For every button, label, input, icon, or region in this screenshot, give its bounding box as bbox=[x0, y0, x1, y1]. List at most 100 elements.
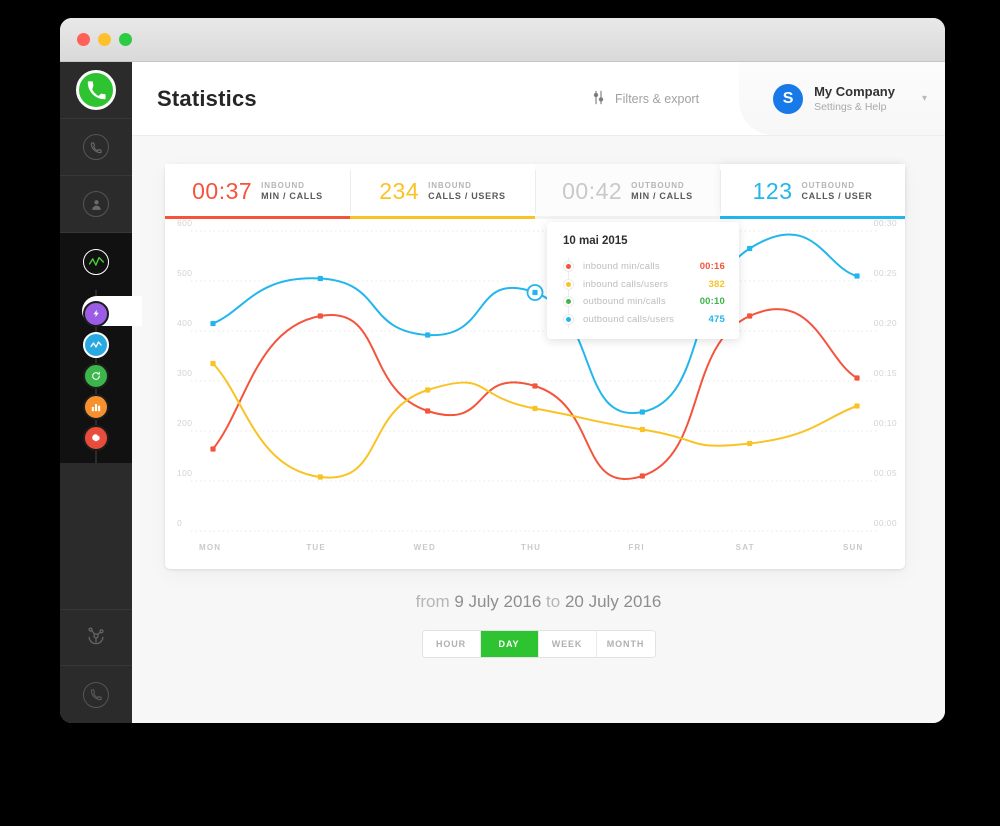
series-point[interactable] bbox=[210, 360, 216, 367]
account-menu[interactable]: S My Company Settings & Help ▾ bbox=[739, 62, 945, 135]
granularity-hour[interactable]: HOUR bbox=[422, 631, 481, 657]
kpi-label-line1: INBOUND bbox=[428, 180, 472, 190]
window-titlebar bbox=[60, 18, 945, 62]
filters-and-export-button[interactable]: Filters & export bbox=[591, 90, 699, 108]
sidebar-item-contacts[interactable] bbox=[60, 176, 132, 233]
series-point[interactable] bbox=[854, 375, 860, 381]
sidebar-item-network[interactable] bbox=[60, 609, 132, 666]
kpi-value: 234 bbox=[379, 178, 420, 204]
series-line bbox=[212, 308, 858, 480]
app-window: Statistics Filters & export S My Company… bbox=[60, 18, 945, 723]
kpi-tab-inbound-min-calls[interactable]: 00:37 INBOUND MIN / CALLS bbox=[165, 164, 350, 219]
range-end[interactable]: 20 July 2016 bbox=[565, 592, 661, 611]
x-axis-tick: SAT bbox=[735, 543, 755, 552]
filters-label: Filters & export bbox=[615, 91, 700, 106]
account-name: My Company bbox=[814, 83, 895, 99]
kpi-label-line1: OUTBOUND bbox=[801, 180, 855, 190]
series-point[interactable] bbox=[532, 405, 538, 412]
user-icon bbox=[83, 191, 109, 217]
right-axis-tick: 00:30 bbox=[873, 218, 897, 228]
tooltip-series-label: inbound calls/users bbox=[583, 278, 669, 290]
main-content: Statistics Filters & export S My Company… bbox=[132, 62, 945, 723]
chevron-down-icon[interactable]: ▾ bbox=[922, 93, 927, 104]
kpi-tab-inbound-calls-users[interactable]: 234 INBOUND CALLS / USERS bbox=[350, 164, 535, 219]
tooltip-series-label: outbound min/calls bbox=[583, 296, 666, 308]
series-point[interactable] bbox=[639, 473, 645, 479]
page-title: Statistics bbox=[157, 85, 257, 111]
kpi-label-line2: MIN / CALLS bbox=[261, 190, 323, 201]
series-point[interactable] bbox=[747, 245, 753, 252]
series-point[interactable] bbox=[425, 332, 431, 338]
series-point[interactable] bbox=[425, 408, 431, 414]
chart-svg[interactable] bbox=[165, 219, 905, 569]
series-point[interactable] bbox=[854, 273, 860, 279]
series-point[interactable] bbox=[210, 446, 216, 452]
chart-tooltip: 10 mai 2015 inbound min/calls 00:16 inbo… bbox=[547, 222, 739, 339]
series-point[interactable] bbox=[639, 409, 645, 415]
call-history-icon bbox=[83, 134, 109, 160]
submenu-item-statistics[interactable] bbox=[60, 329, 132, 360]
avatar: S bbox=[773, 83, 804, 114]
series-point[interactable] bbox=[747, 313, 753, 319]
series-bullet-icon bbox=[563, 296, 574, 308]
chart-series bbox=[210, 233, 860, 480]
range-middle: to bbox=[546, 592, 561, 611]
submenu-item-settings[interactable] bbox=[60, 422, 132, 453]
series-point[interactable] bbox=[747, 440, 753, 447]
window-minimize-button[interactable] bbox=[98, 33, 111, 46]
granularity-day[interactable]: DAY bbox=[480, 631, 539, 657]
sidebar-logo[interactable] bbox=[60, 62, 132, 119]
sidebar bbox=[60, 62, 142, 723]
chart-plot: 10 mai 2015 inbound min/calls 00:16 inbo… bbox=[165, 218, 905, 569]
series-point[interactable] bbox=[210, 320, 216, 327]
kpi-label-line2: CALLS / USERS bbox=[428, 190, 506, 201]
x-axis-tick: THU bbox=[521, 543, 542, 552]
series-point[interactable] bbox=[317, 313, 323, 319]
sidebar-item-calls[interactable] bbox=[60, 119, 132, 176]
series-bullet-icon bbox=[563, 278, 574, 290]
kpi-label-line2: CALLS / USER bbox=[801, 190, 873, 201]
granularity-month[interactable]: MONTH bbox=[596, 631, 655, 657]
range-start[interactable]: 9 July 2016 bbox=[454, 592, 541, 611]
bar-chart-icon bbox=[83, 393, 109, 420]
statistics-icon bbox=[83, 248, 109, 275]
series-point[interactable] bbox=[532, 383, 538, 389]
left-axis-tick: 500 bbox=[177, 268, 193, 278]
series-point[interactable] bbox=[425, 387, 431, 393]
chart-gridlines bbox=[191, 230, 879, 532]
series-point[interactable] bbox=[532, 289, 538, 296]
kpi-tab-outbound-calls-user[interactable]: 123 OUTBOUND CALLS / USER bbox=[720, 164, 905, 219]
left-axis-tick: 200 bbox=[177, 418, 193, 428]
gear-icon bbox=[83, 424, 109, 451]
series-point[interactable] bbox=[854, 403, 860, 409]
window-close-button[interactable] bbox=[77, 33, 90, 46]
series-point[interactable] bbox=[317, 474, 323, 480]
left-axis-tick: 600 bbox=[177, 218, 193, 228]
left-axis-tick: 400 bbox=[177, 318, 193, 328]
x-axis-tick: FRI bbox=[628, 543, 645, 552]
submenu-item-history[interactable] bbox=[60, 360, 132, 391]
tooltip-row: inbound calls/users 382 bbox=[563, 276, 725, 294]
range-prefix: from bbox=[415, 592, 450, 611]
kpi-label-line1: OUTBOUND bbox=[631, 180, 685, 190]
statistics-card: 00:37 INBOUND MIN / CALLS 234 INBOUND CA… bbox=[165, 164, 905, 569]
granularity-selector: HOUR DAY WEEK MONTH bbox=[421, 630, 656, 658]
submenu-item-reports[interactable] bbox=[60, 391, 132, 422]
refresh-icon bbox=[83, 362, 109, 389]
kpi-value: 123 bbox=[752, 178, 793, 204]
sliders-icon bbox=[591, 90, 606, 108]
granularity-week[interactable]: WEEK bbox=[538, 631, 597, 657]
series-point[interactable] bbox=[317, 275, 323, 282]
window-zoom-button[interactable] bbox=[119, 33, 132, 46]
tooltip-series-label: inbound min/calls bbox=[583, 261, 660, 273]
support-call-icon bbox=[83, 681, 109, 708]
sidebar-item-support[interactable] bbox=[60, 666, 132, 723]
sidebar-item-statistics[interactable] bbox=[60, 233, 132, 291]
series-point[interactable] bbox=[639, 426, 645, 433]
left-axis-tick: 0 bbox=[177, 518, 183, 528]
kpi-tab-outbound-min-calls[interactable]: 00:42 OUTBOUND MIN / CALLS bbox=[535, 164, 720, 219]
tooltip-series-label: outbound calls/users bbox=[583, 313, 675, 325]
series-bullet-icon bbox=[563, 261, 574, 273]
right-axis-tick: 00:20 bbox=[873, 318, 897, 328]
x-axis-tick: MON bbox=[199, 543, 222, 552]
